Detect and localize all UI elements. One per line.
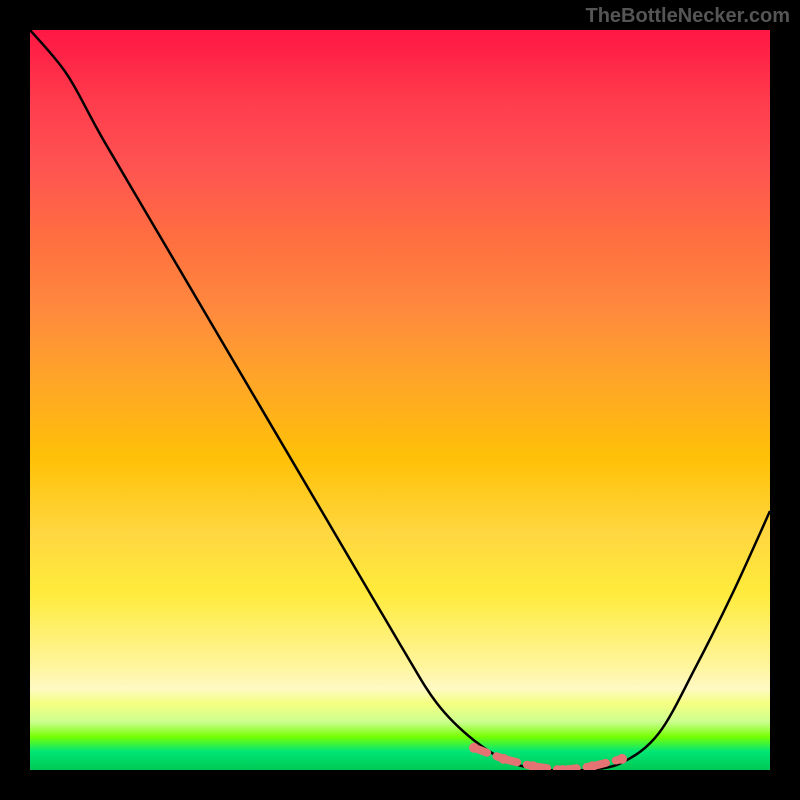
bottleneck-chart [30,30,770,770]
chart-plot-area [30,30,770,770]
optimal-marker-dot [617,754,627,764]
bottleneck-curve-path [30,30,770,770]
watermark-text: TheBottleNecker.com [585,5,790,28]
optimal-markers [469,743,627,770]
curve-lines [30,30,770,770]
